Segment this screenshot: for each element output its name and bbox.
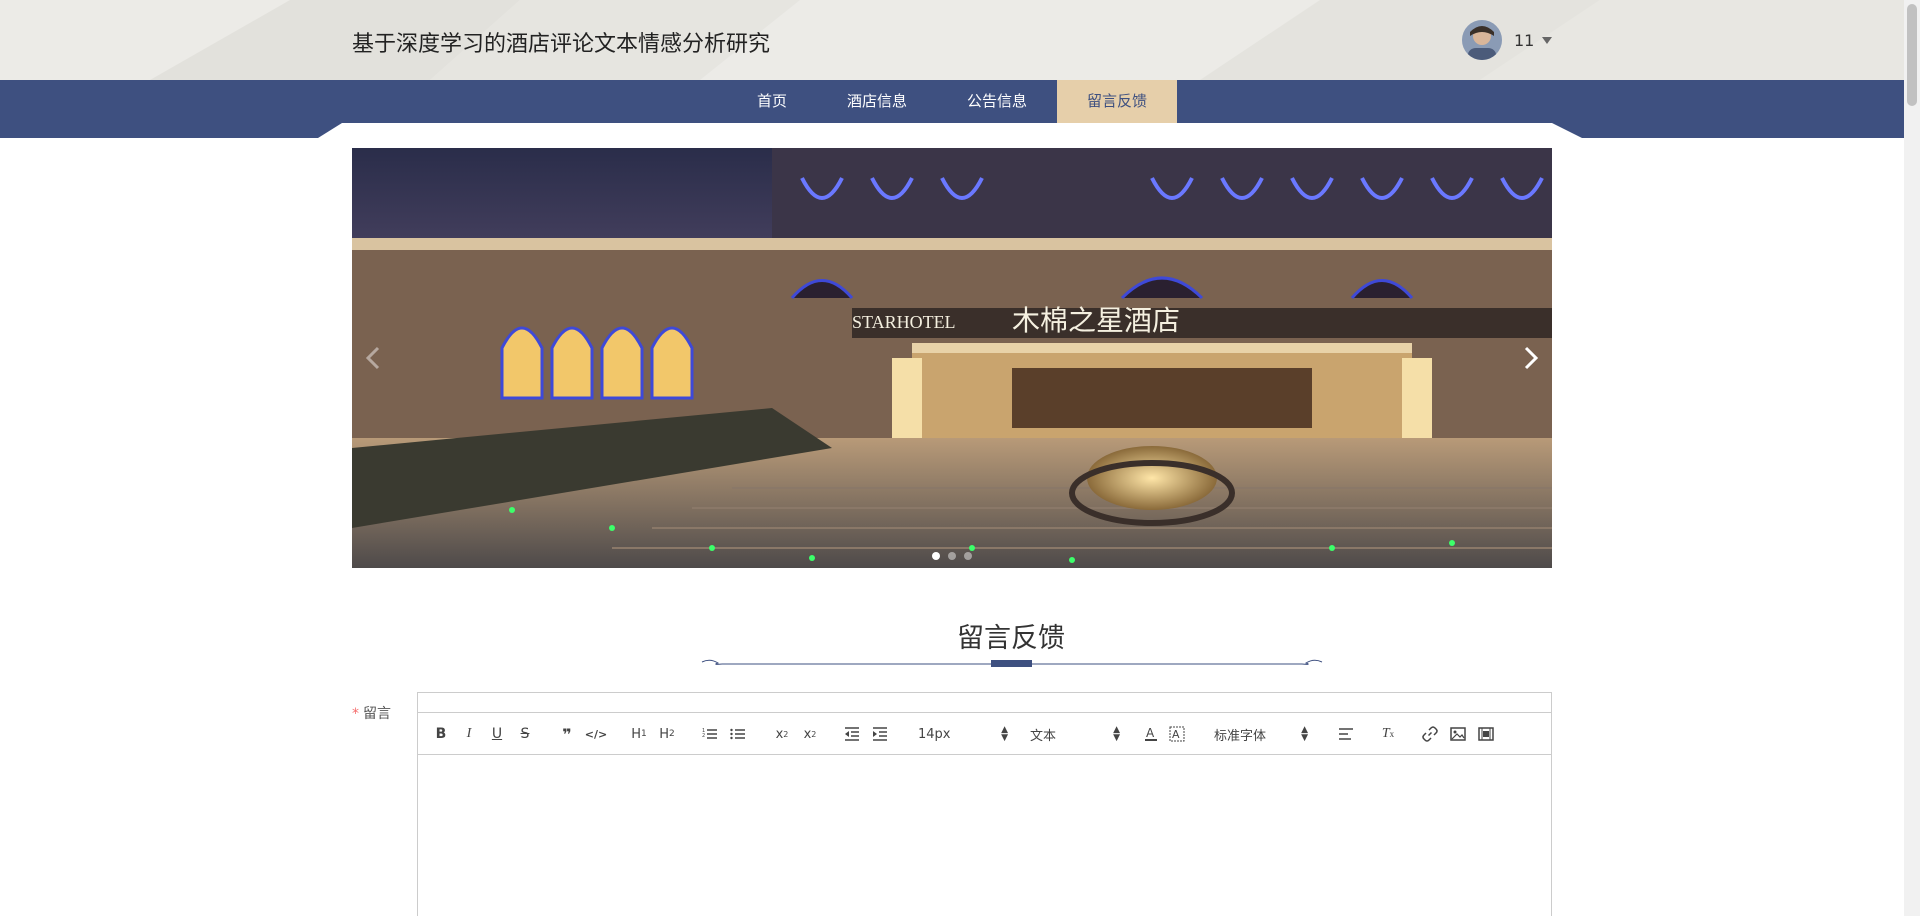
carousel-next-icon[interactable] — [1516, 338, 1546, 378]
outdent-icon[interactable] — [842, 723, 862, 745]
carousel-prev-icon[interactable] — [358, 338, 388, 378]
select-arrows-icon: ▲ ▼ — [1113, 725, 1120, 743]
avatar[interactable] — [1462, 20, 1502, 60]
required-mark: * — [352, 706, 359, 722]
message-field-label: * 留言 — [352, 703, 391, 723]
title-underline-decoration — [701, 659, 1323, 667]
nav-item-feedback[interactable]: 留言反馈 — [1057, 80, 1177, 123]
block-type-select[interactable]: 文本 ▲ ▼ — [1030, 723, 1120, 745]
font-family-select[interactable]: 标准字体 ▲ ▼ — [1214, 723, 1308, 745]
carousel-dot[interactable] — [932, 552, 940, 560]
bullet-list-icon[interactable] — [728, 723, 748, 745]
editor-content-area[interactable] — [418, 755, 1551, 916]
caret-down-icon[interactable] — [1542, 36, 1553, 44]
message-label-text: 留言 — [363, 706, 391, 722]
font-size-select[interactable]: 14px ▲ ▼ — [918, 723, 1008, 745]
video-icon[interactable] — [1476, 723, 1496, 745]
scrollbar-thumb[interactable] — [1907, 4, 1917, 106]
font-family-value: 标准字体 — [1214, 728, 1267, 744]
user-menu[interactable]: 11 — [1462, 20, 1553, 60]
svg-text:A: A — [1172, 728, 1180, 741]
hero-carousel[interactable]: STARHOTEL 木棉之星酒店 — [352, 148, 1552, 568]
heading2-icon[interactable]: H2 — [656, 723, 678, 745]
block-type-value: 文本 — [1030, 728, 1057, 744]
rich-text-editor: B I U S ❞ </> H1 H2 12 x2 x2 14px ▲ ▼ 文本 … — [417, 692, 1552, 916]
select-arrows-icon: ▲ ▼ — [1301, 725, 1308, 743]
link-icon[interactable] — [1420, 723, 1440, 745]
clear-format-icon[interactable]: Tx — [1378, 723, 1398, 745]
site-title: 基于深度学习的酒店评论文本情感分析研究 — [352, 32, 771, 57]
svg-text:STARHOTEL: STARHOTEL — [852, 312, 956, 332]
carousel-dot[interactable] — [948, 552, 956, 560]
svg-text:木棉之星酒店: 木棉之星酒店 — [1012, 304, 1180, 337]
heading1-icon[interactable]: H1 — [628, 723, 650, 745]
carousel-dot[interactable] — [964, 552, 972, 560]
svg-text:A: A — [1146, 726, 1155, 740]
nav-item-home[interactable]: 首页 — [732, 80, 812, 123]
bold-icon[interactable]: B — [432, 723, 450, 745]
align-left-icon[interactable] — [1336, 723, 1356, 745]
ordered-list-icon[interactable]: 12 — [700, 723, 720, 745]
main-nav: 首页 酒店信息 公告信息 留言反馈 — [0, 80, 1904, 123]
svg-text:2: 2 — [702, 733, 705, 739]
editor-toolbar: B I U S ❞ </> H1 H2 12 x2 x2 14px ▲ ▼ 文本 … — [418, 713, 1551, 755]
blockquote-icon[interactable]: ❞ — [558, 723, 576, 745]
nav-item-hotels[interactable]: 酒店信息 — [832, 80, 922, 123]
background-color-icon[interactable]: A — [1168, 723, 1186, 745]
italic-icon[interactable]: I — [460, 723, 478, 745]
superscript-icon[interactable]: x2 — [800, 723, 820, 745]
select-arrows-icon: ▲ ▼ — [1001, 725, 1008, 743]
username[interactable]: 11 — [1514, 31, 1534, 50]
hotel-banner-image: STARHOTEL 木棉之星酒店 — [352, 148, 1552, 568]
nav-wing-decoration — [0, 123, 1904, 138]
nav-item-notices[interactable]: 公告信息 — [952, 80, 1042, 123]
code-block-icon[interactable]: </> — [585, 723, 607, 745]
font-size-value: 14px — [918, 726, 951, 742]
subscript-icon[interactable]: x2 — [772, 723, 792, 745]
page-title: 留言反馈 — [957, 623, 1065, 654]
page-scrollbar[interactable] — [1904, 0, 1920, 916]
text-color-icon[interactable]: A — [1142, 723, 1160, 745]
indent-icon[interactable] — [870, 723, 890, 745]
image-icon[interactable] — [1448, 723, 1468, 745]
header-decoration — [150, 0, 1904, 80]
carousel-indicators — [352, 552, 1552, 560]
underline-icon[interactable]: U — [488, 723, 506, 745]
site-header: 基于深度学习的酒店评论文本情感分析研究 11 — [0, 0, 1904, 80]
strikethrough-icon[interactable]: S — [516, 723, 534, 745]
